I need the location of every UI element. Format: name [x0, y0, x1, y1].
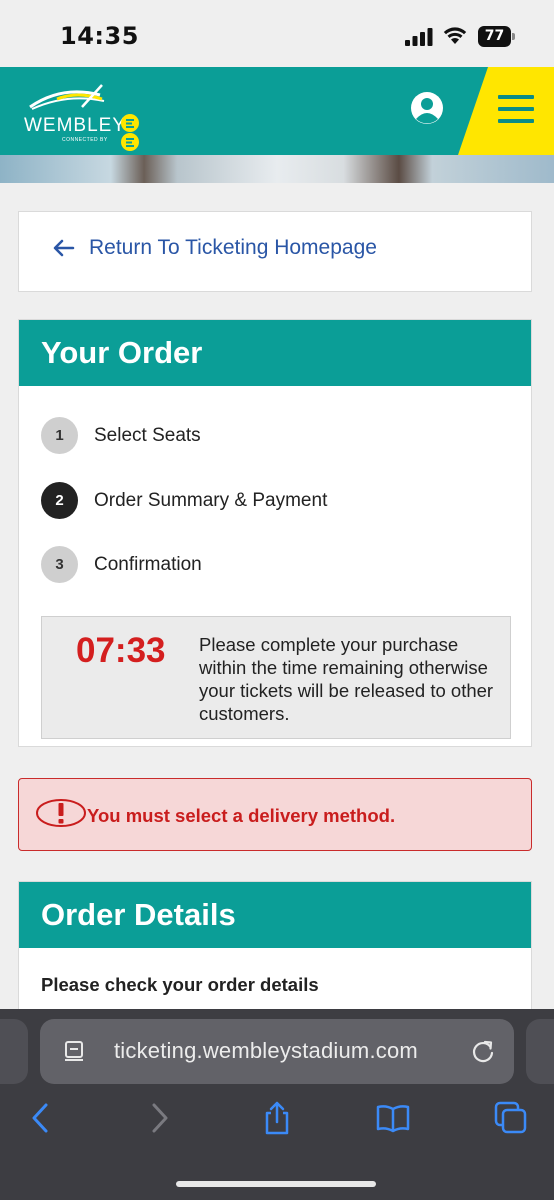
- logo-subtext: CONNECTED BY: [62, 137, 108, 143]
- step-label: Select Seats: [94, 424, 201, 446]
- wifi-icon: [443, 27, 467, 44]
- order-details-card: Order Details Please check your order de…: [18, 881, 532, 1021]
- return-link-label: Return To Ticketing Homepage: [89, 236, 377, 259]
- share-icon[interactable]: [260, 1101, 294, 1135]
- hero-image: [0, 155, 554, 183]
- step-number: 1: [41, 417, 78, 454]
- hamburger-menu-icon[interactable]: [498, 95, 534, 125]
- your-order-title: Your Order: [19, 320, 531, 386]
- battery-level: 77: [478, 26, 511, 47]
- back-link-card: Return To Ticketing Homepage: [18, 211, 532, 292]
- countdown-box: 07:33 Please complete your purchase with…: [41, 616, 511, 739]
- forward-icon[interactable]: [142, 1101, 176, 1135]
- step-order-summary-payment: 2 Order Summary & Payment: [41, 482, 327, 519]
- wembley-logo[interactable]: WEMBLEY CONNECTED BY: [22, 77, 152, 151]
- countdown-timer: 07:33: [76, 631, 166, 670]
- browser-toolbar: ticketing.wembleystadium.com: [0, 1009, 554, 1200]
- page-menu-icon[interactable]: [63, 1040, 87, 1064]
- your-order-card: Your Order 1 Select Seats 2 Order Summar…: [18, 319, 532, 747]
- delivery-method-error-alert: You must select a delivery method.: [18, 778, 532, 851]
- account-icon[interactable]: [410, 91, 444, 125]
- reload-icon[interactable]: [470, 1039, 496, 1065]
- bookmarks-icon[interactable]: [376, 1101, 410, 1135]
- status-time: 14:35: [60, 22, 139, 50]
- step-select-seats: 1 Select Seats: [41, 417, 201, 454]
- arch-icon: [29, 84, 105, 110]
- address-bar[interactable]: ticketing.wembleystadium.com: [40, 1019, 514, 1084]
- step-number: 2: [41, 482, 78, 519]
- order-details-subtitle: Please check your order details: [41, 974, 319, 995]
- menu-panel[interactable]: [458, 67, 554, 155]
- ee-logo-icon: [121, 114, 139, 151]
- next-tab-preview[interactable]: [526, 1019, 554, 1084]
- order-details-title: Order Details: [19, 882, 531, 948]
- battery-icon: 77: [478, 26, 516, 47]
- back-icon[interactable]: [24, 1101, 58, 1135]
- countdown-message: Please complete your purchase within the…: [199, 634, 494, 724]
- cellular-signal-icon: [405, 28, 433, 46]
- exclamation-icon: [36, 799, 86, 827]
- step-label: Order Summary & Payment: [94, 489, 328, 511]
- previous-tab-preview[interactable]: [0, 1019, 28, 1084]
- url-text: ticketing.wembleystadium.com: [114, 1038, 418, 1063]
- status-bar: 14:35 77: [0, 0, 554, 67]
- alert-message: You must select a delivery method.: [87, 805, 396, 826]
- step-label: Confirmation: [94, 553, 202, 575]
- return-to-ticketing-link[interactable]: Return To Ticketing Homepage: [53, 236, 377, 260]
- arrow-left-icon: [53, 239, 75, 257]
- home-indicator[interactable]: [176, 1181, 376, 1187]
- logo-text: WEMBLEY: [24, 115, 127, 136]
- site-header: WEMBLEY CONNECTED BY: [0, 67, 554, 155]
- step-number: 3: [41, 546, 78, 583]
- tabs-icon[interactable]: [494, 1101, 528, 1135]
- step-confirmation: 3 Confirmation: [41, 546, 202, 583]
